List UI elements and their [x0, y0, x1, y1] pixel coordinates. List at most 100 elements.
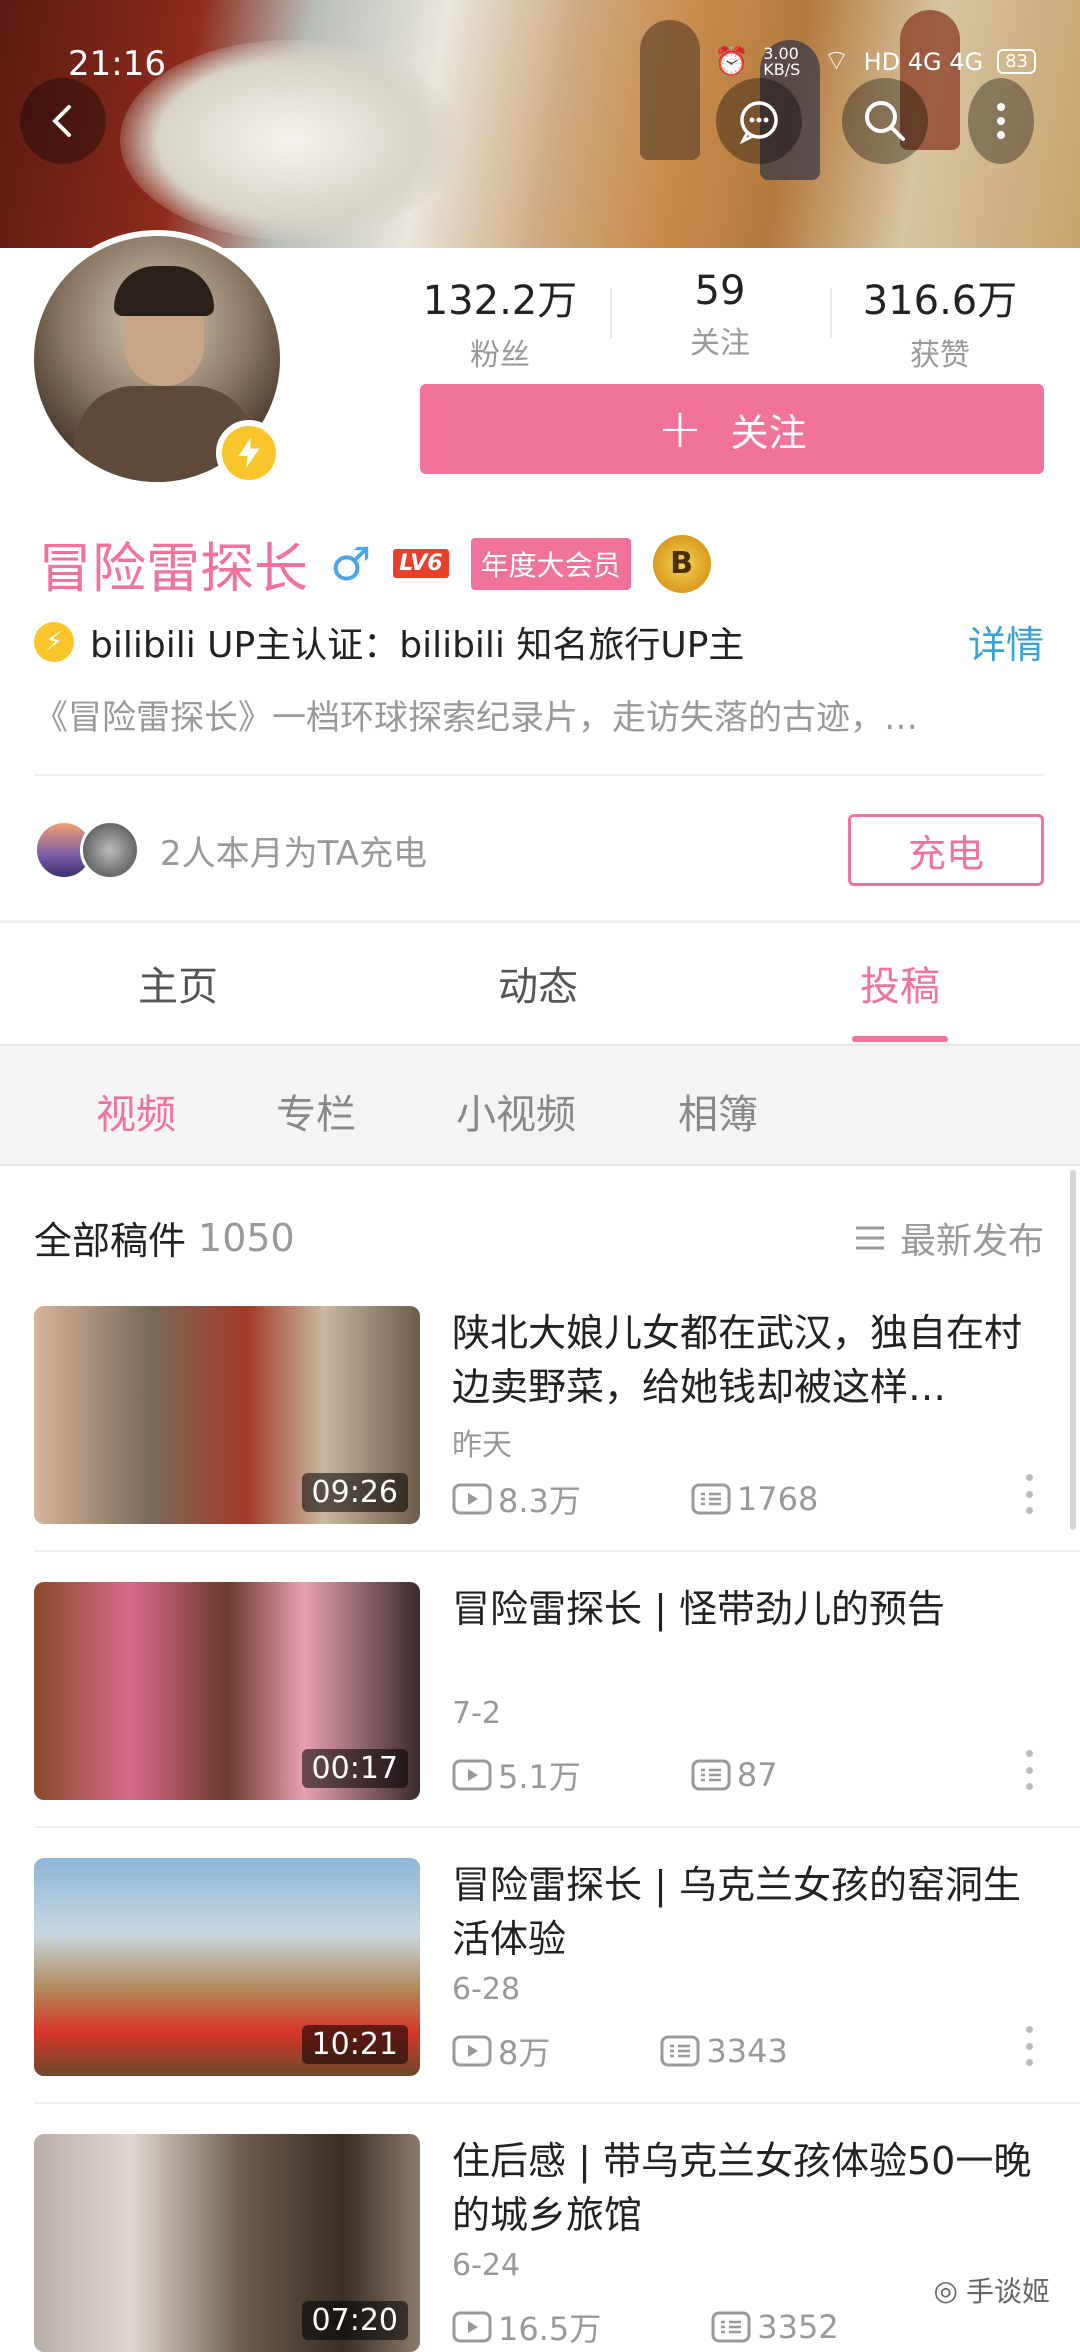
danmaku-icon: [660, 2035, 700, 2067]
user-name: 冒险雷探长: [38, 537, 308, 600]
verified-bolt-icon: [216, 420, 282, 486]
video-title: 冒险雷探长 | 乌克兰女孩的窑洞生活体验: [452, 1863, 1021, 1961]
more-options-icon[interactable]: [1024, 2026, 1034, 2066]
level-badge: LV6: [393, 549, 449, 578]
network-label: HD 4G 4G: [863, 47, 984, 76]
detail-link[interactable]: 详情: [968, 614, 1044, 669]
wechat-icon: ◎: [933, 2273, 958, 2307]
medal-icon[interactable]: B: [652, 534, 711, 593]
divider: [34, 1550, 1080, 1552]
play-count: 8万: [498, 2034, 551, 2072]
tab-home[interactable]: 主页: [138, 954, 218, 1012]
play-count: 5.1万: [498, 1758, 581, 1796]
certification-row: ⚡ bilibili UP主认证：bilibili 知名旅行UP主 详情: [34, 614, 1044, 669]
profile-intro[interactable]: 《冒险雷探长》一档环球探索纪录片，走访失落的古迹，…: [34, 690, 1044, 739]
cert-text: bilibili UP主认证：bilibili 知名旅行UP主: [90, 624, 745, 666]
video-title: 住后感 | 带乌克兰女孩体验50一晚的城乡旅馆: [452, 2139, 1032, 2237]
danmaku-count: 87: [736, 1756, 778, 1794]
danmaku-count: 3343: [706, 2032, 788, 2070]
search-icon: [865, 101, 905, 141]
vip-badge[interactable]: 年度大会员: [470, 537, 631, 590]
video-meta: 8.3万 1768: [452, 1476, 1044, 1522]
more-menu-button[interactable]: [968, 78, 1034, 164]
video-duration: 00:17: [301, 1749, 408, 1788]
video-thumbnail[interactable]: 09:26: [34, 1306, 420, 1524]
male-gender-icon: ♂: [330, 536, 372, 591]
tab-dynamic[interactable]: 动态: [498, 954, 578, 1012]
follow-button[interactable]: + 关注: [420, 384, 1044, 474]
video-meta: 5.1万 87: [452, 1752, 1044, 1798]
video-date: 6-28: [452, 1972, 521, 2007]
list-count: 1050: [198, 1215, 295, 1260]
message-icon: [739, 101, 778, 145]
play-count-icon: [452, 1759, 492, 1791]
video-meta: 16.5万 3352: [452, 2304, 1044, 2350]
video-thumbnail[interactable]: 00:17: [34, 1582, 420, 1800]
video-title: 陕北大娘儿女都在武汉，独自在村边卖野菜，给她钱却被这样…: [452, 1311, 1023, 1409]
message-button[interactable]: [716, 78, 802, 164]
profile-stats: 132.2万 粉丝 59 关注 316.6万 获赞: [390, 268, 1050, 374]
subtab-column[interactable]: 专栏: [276, 1082, 356, 1140]
watermark-text: 手谈姬: [965, 2275, 1050, 2308]
video-item[interactable]: 09:26 陕北大娘儿女都在武汉，独自在村边卖野菜，给她钱却被这样… 昨天 8.…: [34, 1306, 1044, 1524]
wifi-icon: ⌔: [823, 44, 850, 77]
stat-likes[interactable]: 316.6万 获赞: [830, 268, 1050, 374]
cert-bolt-icon: ⚡: [34, 621, 74, 662]
video-item[interactable]: 00:17 冒险雷探长 | 怪带劲儿的预告 7-2 5.1万 87: [34, 1582, 1044, 1800]
play-count-icon: [452, 2035, 492, 2067]
subtab-short-video[interactable]: 小视频: [456, 1082, 576, 1140]
play-count-icon: [452, 1483, 492, 1515]
subtab-album[interactable]: 相簿: [678, 1082, 758, 1140]
net-speed: 3.00 KB/S: [763, 43, 801, 79]
video-date: 昨天: [452, 1428, 512, 1463]
video-title: 冒险雷探长 | 怪带劲儿的预告: [452, 1587, 945, 1631]
list-header: 全部稿件 1050 最新发布: [34, 1210, 1044, 1265]
video-item[interactable]: 07:20 住后感 | 带乌克兰女孩体验50一晚的城乡旅馆 6-24 16.5万…: [34, 2134, 1044, 2352]
supporter-avatar[interactable]: [80, 820, 140, 880]
divider: [34, 1826, 1080, 1828]
danmaku-icon: [691, 1483, 731, 1515]
name-row: 冒险雷探长 ♂ LV6 年度大会员 B: [38, 524, 711, 603]
list-menu-icon: [855, 1226, 884, 1249]
status-bar-icons: ⏰ 3.00 KB/S ⌔ HD 4G 4G 83: [714, 44, 1036, 79]
back-button[interactable]: [20, 78, 106, 164]
active-tab-indicator: [852, 1036, 948, 1042]
search-button[interactable]: [842, 78, 928, 164]
play-count-icon: [452, 2311, 492, 2343]
plus-icon: +: [657, 397, 703, 460]
video-date: 7-2: [452, 1696, 501, 1731]
more-options-icon[interactable]: [1024, 1474, 1034, 1514]
list-title: 全部稿件: [34, 1219, 187, 1263]
video-item[interactable]: 10:21 冒险雷探长 | 乌克兰女孩的窑洞生活体验 6-28 8万 3343: [34, 1858, 1044, 2076]
danmaku-count: 3352: [757, 2308, 839, 2346]
more-options-icon[interactable]: [1024, 1750, 1034, 1790]
battery-icon: 83: [997, 49, 1036, 74]
main-tabs: 主页 动态 投稿: [0, 922, 1080, 1044]
play-count: 16.5万: [498, 2310, 602, 2348]
tab-uploads[interactable]: 投稿: [860, 954, 940, 1012]
alarm-icon: ⏰: [714, 45, 750, 78]
watermark: ◎ 手谈姬: [934, 2270, 1050, 2310]
video-duration: 10:21: [301, 2025, 408, 2064]
video-thumbnail[interactable]: 07:20: [34, 2134, 420, 2352]
stat-following[interactable]: 59 关注: [610, 268, 830, 374]
sort-button[interactable]: 最新发布: [854, 1212, 1044, 1264]
video-date: 6-24: [452, 2248, 521, 2283]
charge-text[interactable]: 2人本月为TA充电: [160, 826, 427, 875]
back-arrow-icon: [52, 105, 71, 137]
play-count: 8.3万: [498, 1482, 581, 1520]
charge-button[interactable]: 充电: [848, 814, 1044, 886]
subtab-video[interactable]: 视频: [96, 1082, 176, 1140]
stat-followers[interactable]: 132.2万 粉丝: [390, 268, 610, 374]
banner-figure: [640, 20, 700, 160]
follow-label: 关注: [730, 410, 807, 455]
video-thumbnail[interactable]: 10:21: [34, 1858, 420, 2076]
more-vertical-icon: [997, 103, 1005, 139]
danmaku-icon: [711, 2311, 751, 2343]
banner-art: [120, 40, 460, 240]
danmaku-icon: [691, 1759, 731, 1791]
danmaku-count: 1768: [736, 1480, 819, 1518]
scrollbar[interactable]: [1070, 1170, 1076, 1530]
video-duration: 07:20: [301, 2301, 408, 2340]
charge-row: 2人本月为TA充电 充电: [34, 812, 1044, 888]
